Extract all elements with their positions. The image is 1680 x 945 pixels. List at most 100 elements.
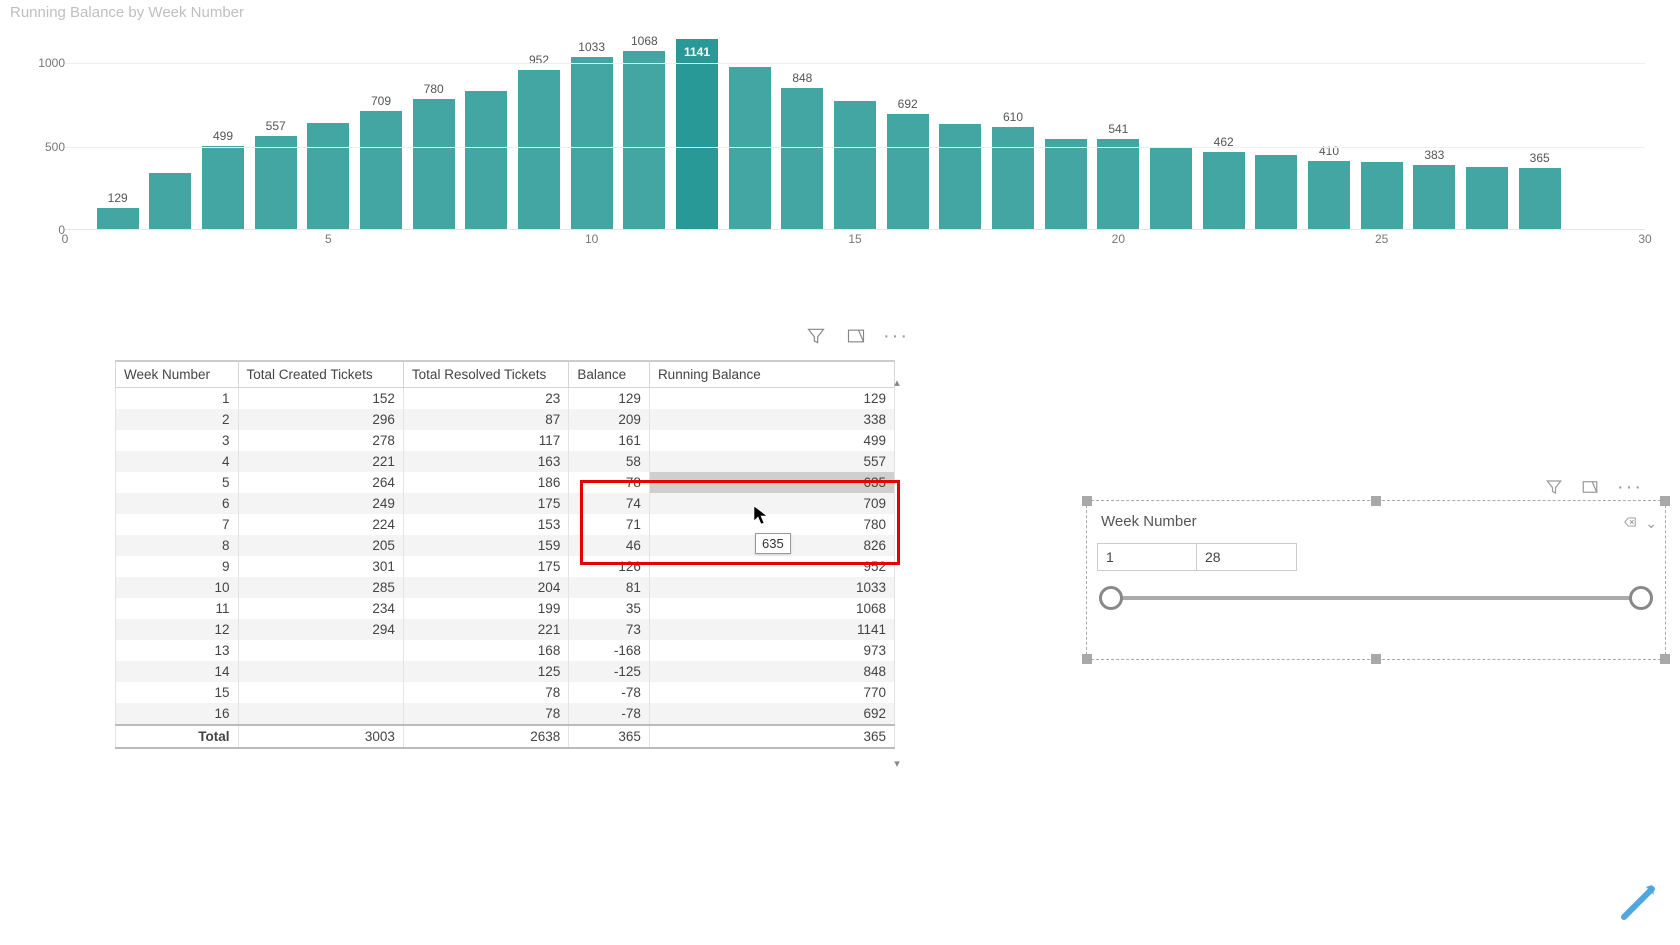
table-cell[interactable]: 74	[569, 493, 650, 514]
focus-mode-icon[interactable]	[845, 325, 867, 347]
table-cell[interactable]: 125	[403, 661, 568, 682]
table-cell[interactable]: 278	[238, 430, 403, 451]
column-header[interactable]: Balance	[569, 361, 650, 388]
table-row[interactable]: 10285204811033	[116, 577, 895, 598]
table-cell[interactable]: 692	[649, 703, 894, 725]
table-cell[interactable]: 848	[649, 661, 894, 682]
column-header[interactable]: Total Resolved Tickets	[403, 361, 568, 388]
table-cell[interactable]: -78	[569, 703, 650, 725]
table-cell[interactable]: 12	[116, 619, 239, 640]
data-table[interactable]: Week NumberTotal Created TicketsTotal Re…	[115, 360, 895, 749]
table-cell[interactable]: 153	[403, 514, 568, 535]
slider-min-handle[interactable]	[1099, 586, 1123, 610]
bar-week-21[interactable]	[1150, 148, 1192, 230]
table-cell[interactable]: 973	[649, 640, 894, 661]
table-cell[interactable]: 709	[649, 493, 894, 514]
table-cell[interactable]: 5	[116, 472, 239, 493]
table-row[interactable]: 624917574709	[116, 493, 895, 514]
table-cell[interactable]: 186	[403, 472, 568, 493]
bar-week-28[interactable]: 365	[1519, 168, 1561, 229]
table-cell[interactable]: 78	[569, 472, 650, 493]
table-cell[interactable]: 285	[238, 577, 403, 598]
slider-max-handle[interactable]	[1629, 586, 1653, 610]
table-cell[interactable]	[238, 703, 403, 725]
table-row[interactable]: 11234199351068	[116, 598, 895, 619]
bar-week-20[interactable]: 541	[1097, 139, 1139, 229]
bar-week-1[interactable]: 129	[97, 208, 139, 230]
table-cell[interactable]: 4	[116, 451, 239, 472]
bar-week-17[interactable]	[939, 124, 981, 230]
table-cell[interactable]: 23	[403, 388, 568, 410]
bar-week-8[interactable]	[465, 91, 507, 229]
table-cell[interactable]: 152	[238, 388, 403, 410]
table-cell[interactable]: 161	[569, 430, 650, 451]
table-cell[interactable]: 7	[116, 514, 239, 535]
table-row[interactable]: 229687209338	[116, 409, 895, 430]
table-row[interactable]: 14125-125848	[116, 661, 895, 682]
table-cell[interactable]: 71	[569, 514, 650, 535]
slicer-slider[interactable]	[1111, 596, 1641, 600]
table-cell[interactable]: -125	[569, 661, 650, 682]
table-cell[interactable]: 175	[403, 493, 568, 514]
bar-week-14[interactable]: 848	[781, 88, 823, 229]
focus-mode-icon[interactable]	[1581, 478, 1599, 501]
bar-week-27[interactable]	[1466, 167, 1508, 230]
table-row[interactable]: 526418678635	[116, 472, 895, 493]
bar-week-3[interactable]: 499	[202, 146, 244, 229]
table-cell[interactable]: 296	[238, 409, 403, 430]
bar-week-9[interactable]: 952	[518, 70, 560, 229]
bar-week-13[interactable]	[729, 67, 771, 229]
table-cell[interactable]: 73	[569, 619, 650, 640]
table-cell[interactable]: 952	[649, 556, 894, 577]
table-cell[interactable]	[238, 640, 403, 661]
table-cell[interactable]: 117	[403, 430, 568, 451]
table-cell[interactable]: 1141	[649, 619, 894, 640]
bar-week-25[interactable]	[1361, 162, 1403, 229]
table-cell[interactable]: 770	[649, 682, 894, 703]
chart-plot[interactable]: 1294995577097809521033106811418486926105…	[65, 30, 1645, 230]
table-cell[interactable]: 204	[403, 577, 568, 598]
bar-week-16[interactable]: 692	[887, 114, 929, 229]
filter-icon[interactable]	[1545, 478, 1563, 501]
table-cell[interactable]: 1068	[649, 598, 894, 619]
slicer-max-input[interactable]	[1197, 543, 1297, 571]
table-cell[interactable]: 1033	[649, 577, 894, 598]
table-cell[interactable]: 234	[238, 598, 403, 619]
bar-week-18[interactable]: 610	[992, 127, 1034, 229]
column-header[interactable]: Week Number	[116, 361, 239, 388]
table-cell[interactable]: 780	[649, 514, 894, 535]
table-cell[interactable]	[238, 682, 403, 703]
table-cell[interactable]: 87	[403, 409, 568, 430]
table-cell[interactable]: 6	[116, 493, 239, 514]
table-row[interactable]: 12294221731141	[116, 619, 895, 640]
scroll-down-icon[interactable]: ▾	[890, 756, 904, 770]
table-cell[interactable]: 15	[116, 682, 239, 703]
table-cell[interactable]: 46	[569, 535, 650, 556]
table-cell[interactable]: 175	[403, 556, 568, 577]
table-cell[interactable]: 1	[116, 388, 239, 410]
more-options-icon[interactable]: ···	[885, 325, 907, 347]
table-cell[interactable]: 9	[116, 556, 239, 577]
table-cell[interactable]: 3	[116, 430, 239, 451]
table-cell[interactable]: 338	[649, 409, 894, 430]
bar-week-7[interactable]: 780	[413, 99, 455, 229]
table-cell[interactable]: 249	[238, 493, 403, 514]
table-cell[interactable]: 205	[238, 535, 403, 556]
table-cell[interactable]: 13	[116, 640, 239, 661]
table-cell[interactable]: 129	[569, 388, 650, 410]
bar-week-6[interactable]: 709	[360, 111, 402, 229]
table-cell[interactable]: 301	[238, 556, 403, 577]
column-header[interactable]: Running Balance	[649, 361, 894, 388]
table-cell[interactable]: 11	[116, 598, 239, 619]
table-cell[interactable]: 8	[116, 535, 239, 556]
table-row[interactable]: 9301175126952	[116, 556, 895, 577]
table-cell[interactable]: 81	[569, 577, 650, 598]
chevron-down-icon[interactable]: ⌄	[1645, 515, 1657, 532]
bar-week-2[interactable]	[149, 173, 191, 229]
table-cell[interactable]: 224	[238, 514, 403, 535]
table-row[interactable]: 1678-78692	[116, 703, 895, 725]
table-cell[interactable]: -78	[569, 682, 650, 703]
bar-week-11[interactable]: 1068	[623, 51, 665, 229]
clear-selection-icon[interactable]	[1623, 515, 1637, 532]
table-cell[interactable]: 199	[403, 598, 568, 619]
